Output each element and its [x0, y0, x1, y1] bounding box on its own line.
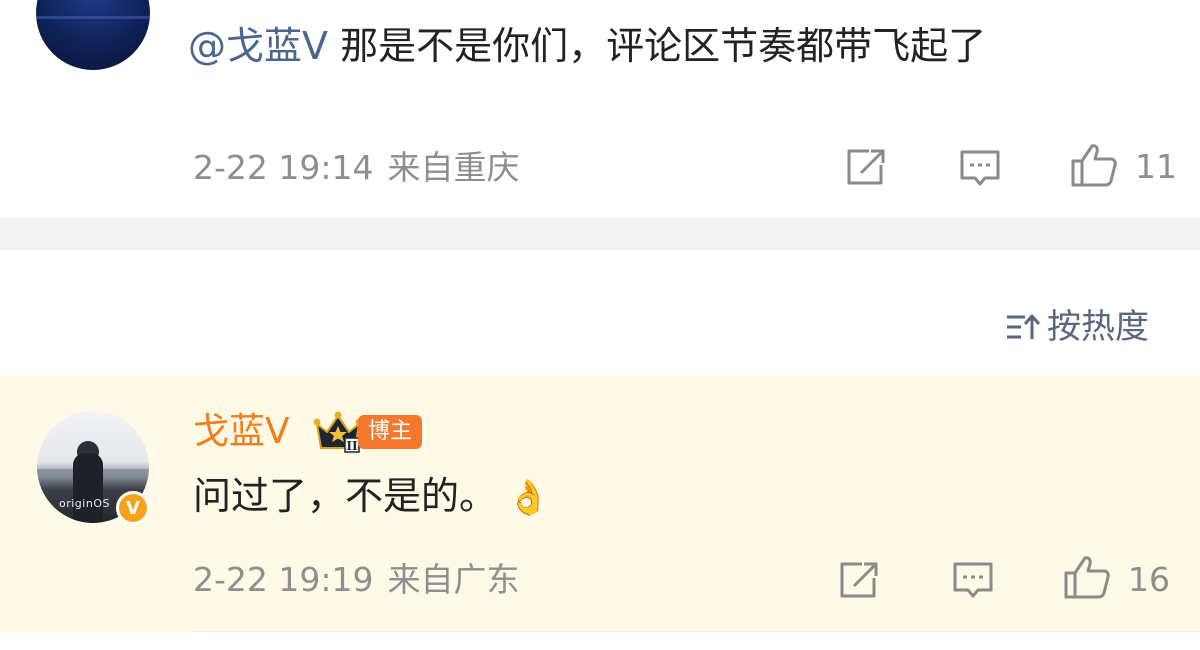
avatar-brand-text: originOS: [59, 497, 110, 510]
crown-icon: II: [313, 411, 363, 453]
comment-body: 问过了，不是的。: [193, 474, 498, 518]
sort-label: 按热度: [1047, 307, 1149, 347]
comment-time: 2-22 19:19: [193, 560, 374, 599]
comment-icon[interactable]: [959, 148, 1001, 188]
share-icon[interactable]: [845, 147, 887, 187]
blogger-badge: 博主: [358, 415, 423, 449]
verified-badge: V: [116, 491, 150, 525]
ok-hand-emoji: 👌: [507, 478, 550, 518]
comment-meta: 2-22 19:19 来自广东: [193, 560, 520, 600]
comment-body: 那是不是你们，评论区节奏都带飞起了: [328, 24, 987, 68]
like-count: 11: [1135, 147, 1177, 186]
share-icon[interactable]: [838, 560, 880, 600]
thumbs-up-icon[interactable]: [1070, 142, 1118, 188]
author-name[interactable]: 戈蓝V: [193, 410, 290, 454]
comment-time: 2-22 19:14: [193, 148, 374, 187]
comment-meta: 2-22 19:14 来自重庆: [193, 148, 520, 188]
mention-link[interactable]: @戈蓝V: [188, 24, 328, 68]
section-divider: [0, 218, 1200, 250]
thumbs-up-icon[interactable]: [1063, 554, 1111, 600]
comment-separator: [193, 631, 1200, 632]
comment-text: 问过了，不是的。 👌: [193, 470, 549, 524]
comment-icon[interactable]: [952, 560, 994, 600]
crown-rank: II: [346, 439, 358, 453]
comment-location: 来自重庆: [387, 148, 520, 187]
like-count: 16: [1128, 560, 1170, 599]
pinned-comment: [0, 376, 1200, 632]
sort-by-hot-button[interactable]: 按热度: [1005, 306, 1149, 348]
comment-location: 来自广东: [387, 560, 520, 599]
comment-text: @戈蓝V 那是不是你们，评论区节奏都带飞起了: [188, 20, 986, 72]
sort-icon: [1007, 314, 1041, 339]
user-avatar[interactable]: [36, 0, 150, 70]
